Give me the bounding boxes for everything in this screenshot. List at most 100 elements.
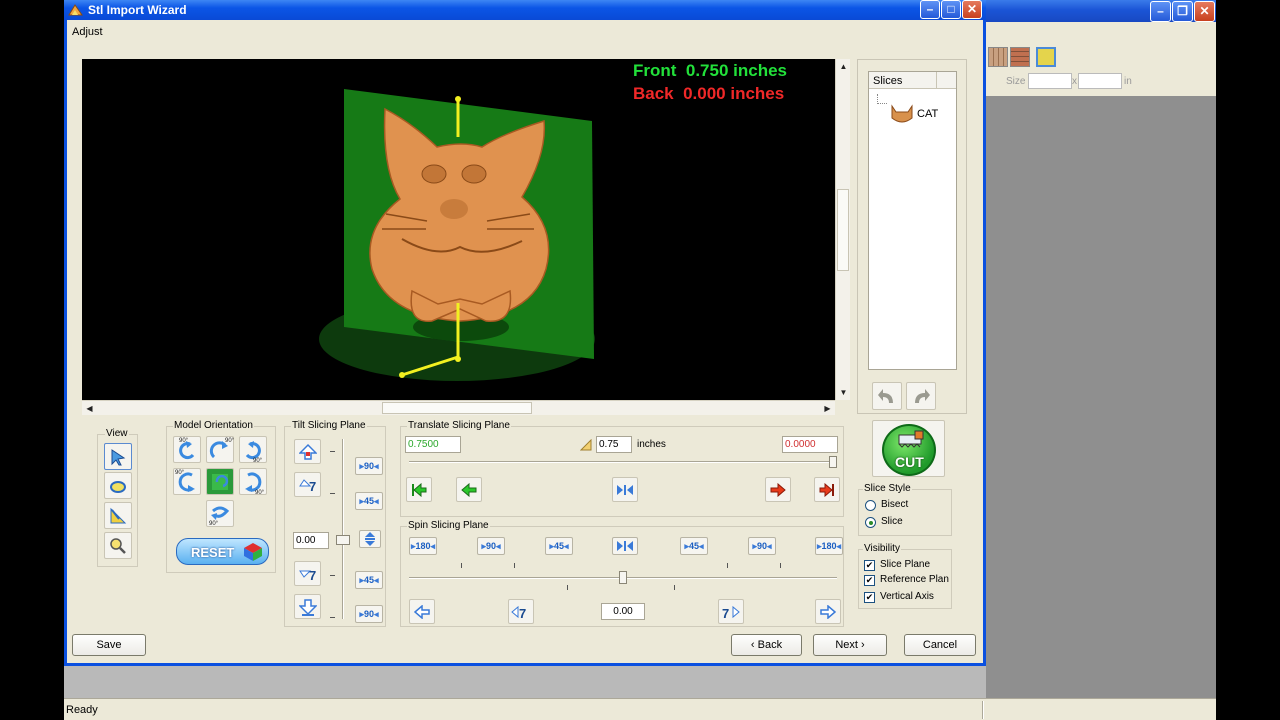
spin-right-full-button[interactable] [815, 599, 841, 624]
back-button[interactable]: ‹ Back [731, 634, 802, 656]
tilt-slider-thumb[interactable] [336, 535, 350, 545]
face-front-button[interactable] [206, 468, 234, 495]
tilt-plus-45-button[interactable]: ▸ 45 ◂ [355, 492, 383, 510]
tilt-slider-track[interactable] [342, 439, 344, 619]
translate-center-button[interactable] [612, 477, 638, 502]
next-button[interactable]: Next › [813, 634, 887, 656]
vertical-axis-checkbox[interactable]: ✔ [864, 592, 875, 603]
tilt-up-full-button[interactable] [294, 439, 321, 464]
scroll-right-arrow[interactable]: ▶ [820, 401, 835, 416]
tilt-minus-90-button[interactable]: ▸ 90 ◂ [355, 605, 383, 623]
spin-right-stop-icon [820, 604, 836, 619]
bg-close-button[interactable]: ✕ [1194, 1, 1215, 22]
front-position-field[interactable]: 0.7500 [405, 436, 461, 453]
tilt-tick [330, 493, 335, 494]
vertical-axis-label: Vertical Axis [880, 591, 934, 602]
spin-plus-90-button[interactable]: ▸ 90 ◂ [748, 537, 776, 555]
spin-right-icon: 7 [722, 605, 740, 620]
spin-plus-180-button[interactable]: ▸ 180 ◂ [815, 537, 843, 555]
save-button[interactable]: Save [72, 634, 146, 656]
spin-minus-90-button[interactable]: ▸ 90 ◂ [477, 537, 505, 555]
spin-minus-180-button[interactable]: ▸ 180 ◂ [409, 537, 437, 555]
spin-tick [674, 585, 675, 590]
translate-step-back-button[interactable] [765, 477, 791, 502]
spin-tick [567, 585, 568, 590]
tilt-up-step-button[interactable]: 7 [294, 472, 321, 497]
green-arrow-start-icon [412, 482, 427, 497]
spin-value-field[interactable]: 0.00 [601, 603, 645, 620]
pan-tool-button[interactable] [104, 502, 132, 529]
redo-button[interactable] [906, 382, 936, 410]
slice-label: Slice [881, 516, 903, 527]
translate-to-front-button[interactable] [406, 477, 432, 502]
cancel-button[interactable]: Cancel [904, 634, 976, 656]
dialog-titlebar[interactable]: Stl Import Wizard – □ ✕ [64, 0, 986, 20]
reset-orientation-button[interactable]: RESET [176, 538, 269, 565]
tilt-tick [330, 451, 335, 452]
spin-slider-thumb[interactable] [619, 571, 627, 584]
slice-radio[interactable] [865, 517, 876, 528]
orbit-tool-button[interactable] [104, 472, 132, 499]
undo-button[interactable] [872, 382, 902, 410]
slices-panel: Slices CAT [857, 59, 967, 414]
minimize-button[interactable]: – [920, 0, 940, 19]
bg-minimize-button[interactable]: – [1150, 1, 1171, 22]
background-toolbar: Size x in [986, 40, 1216, 96]
red-arrow-right-icon [770, 482, 786, 497]
tile-tool-icon[interactable] [1010, 47, 1030, 67]
menu-adjust[interactable]: Adjust [72, 26, 103, 38]
3d-viewport[interactable]: Front 0.750 inches Back 0.000 inches [82, 59, 835, 400]
translate-slider-thumb[interactable] [828, 456, 837, 468]
spin-label-2: 45 [553, 541, 564, 551]
translate-to-back-button[interactable] [814, 477, 840, 502]
rotate-up-badge: 90° [225, 438, 235, 444]
horizontal-scroll-thumb[interactable] [382, 402, 532, 414]
bisect-radio[interactable] [865, 500, 876, 511]
viewport-horizontal-scrollbar[interactable]: ◀ ▶ [82, 400, 835, 415]
tilt-down-step-button[interactable]: 7 [294, 561, 321, 586]
spin-left-full-button[interactable] [409, 599, 435, 624]
spin-center-button[interactable] [612, 537, 638, 555]
slices-list[interactable]: Slices CAT [868, 71, 957, 370]
dialog-title: Stl Import Wizard [88, 3, 187, 17]
tilt-value-field[interactable]: 0.00 [293, 532, 329, 549]
tilt-down-full-button[interactable] [294, 594, 321, 619]
vertical-scroll-thumb[interactable] [837, 189, 849, 271]
spin-plus-45-button[interactable]: ▸ 45 ◂ [680, 537, 708, 555]
scroll-up-arrow[interactable]: ▲ [836, 59, 851, 74]
image-tool-icon[interactable] [1036, 47, 1056, 67]
select-tool-button[interactable] [104, 443, 132, 470]
bg-restore-button[interactable]: ❐ [1172, 1, 1193, 22]
app-icon [68, 4, 83, 16]
spin-left-icon: 7 [511, 605, 526, 620]
translate-slider-track[interactable] [409, 461, 837, 463]
spin-slicing-plane-group: Spin Slicing Plane ▸ 180 ◂ ▸ 90 ◂ ▸ 45 ◂ ▸ 45 ◂ … [400, 520, 844, 627]
slice-plane-label: Slice Plane [880, 559, 931, 570]
tilt-plus-90-button[interactable]: ▸ 90 ◂ [355, 457, 383, 475]
step-size-field[interactable]: 0.75 [596, 436, 632, 453]
back-position-field[interactable]: 0.0000 [782, 436, 838, 453]
spin-left-step-button[interactable]: 7 [508, 599, 534, 624]
scroll-left-arrow[interactable]: ◀ [82, 401, 97, 416]
viewport-vertical-scrollbar[interactable]: ▲ ▼ [835, 59, 850, 400]
translate-step-front-button[interactable] [456, 477, 482, 502]
zoom-tool-button[interactable] [104, 532, 132, 559]
rotate-left-badge: 90° [179, 438, 189, 444]
spin-right-step-button[interactable]: 7 [718, 599, 744, 624]
tilt-center-button[interactable] [359, 530, 381, 548]
size-height-field[interactable] [1078, 73, 1122, 89]
cut-button[interactable]: CUT [872, 420, 945, 477]
scroll-down-arrow[interactable]: ▼ [836, 385, 851, 400]
spin-tick [780, 563, 781, 568]
size-width-field[interactable] [1028, 73, 1072, 89]
maximize-button[interactable]: □ [941, 0, 961, 19]
tilt-group-label: Tilt Slicing Plane [291, 420, 367, 431]
close-button[interactable]: ✕ [962, 0, 982, 19]
reference-plane-checkbox[interactable]: ✔ [864, 575, 875, 586]
spin-minus-45-button[interactable]: ▸ 45 ◂ [545, 537, 573, 555]
spin-label-5: 180 [821, 541, 837, 551]
translate-group-label: Translate Slicing Plane [407, 420, 511, 431]
grid-tool-icon[interactable] [988, 47, 1008, 67]
slice-plane-checkbox[interactable]: ✔ [864, 560, 875, 571]
tilt-minus-45-button[interactable]: ▸ 45 ◂ [355, 571, 383, 589]
